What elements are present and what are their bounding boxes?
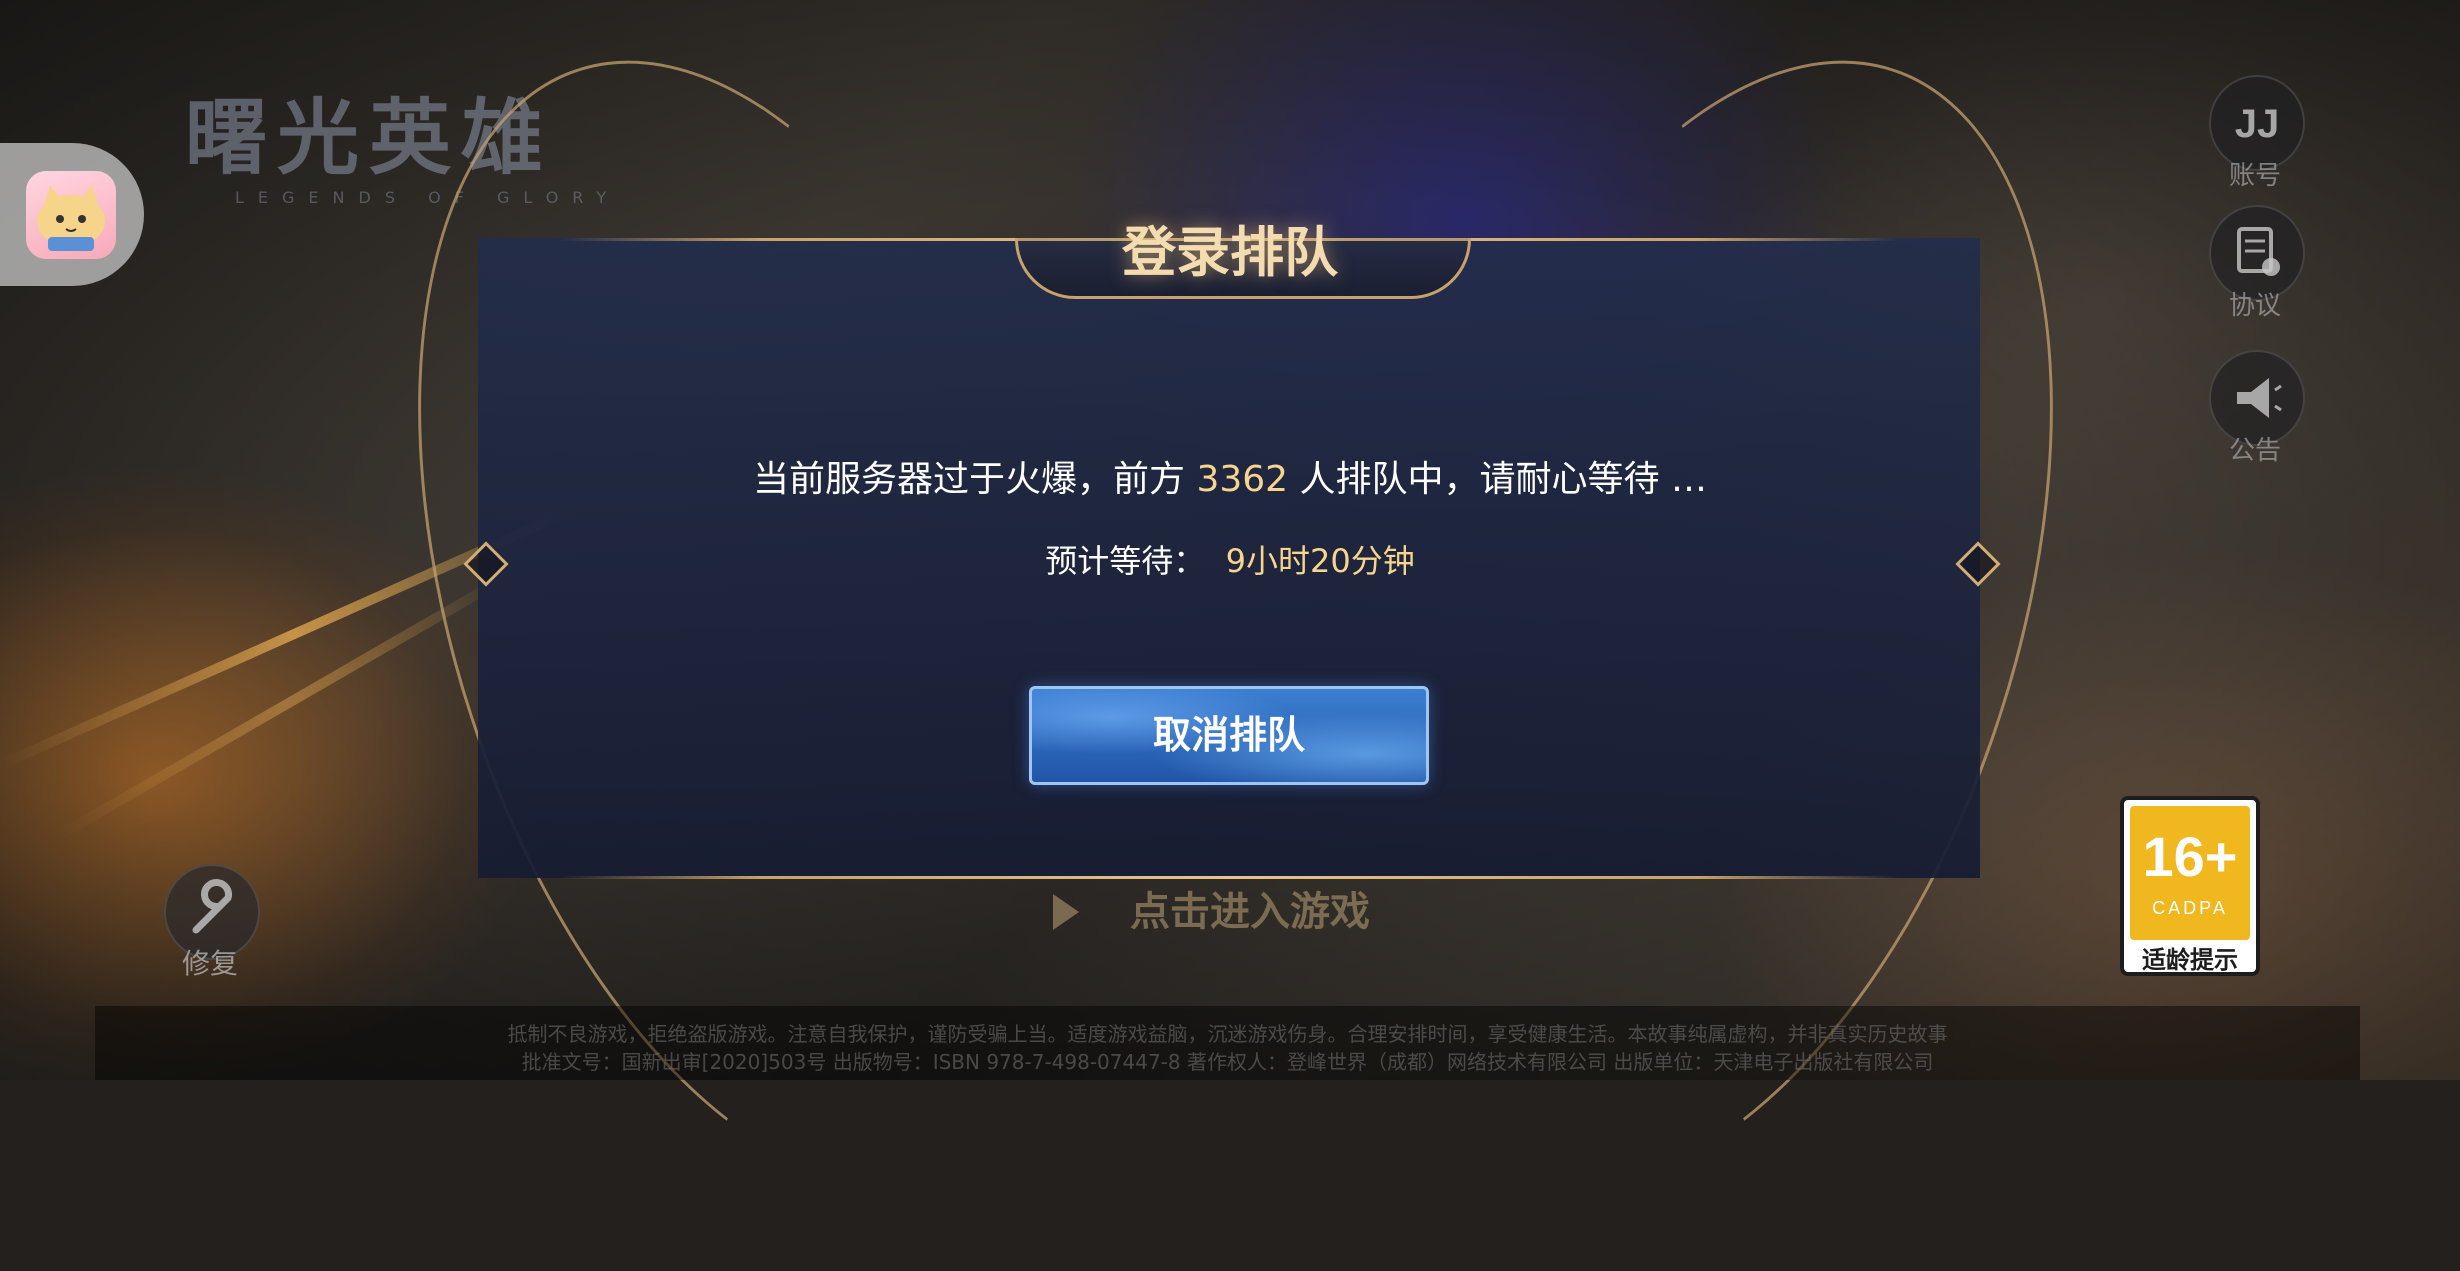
eta-line: 预计等待： 9小时20分钟 [560, 536, 1900, 582]
age-rating-badge[interactable]: 16+ CADPA 适龄提示 [2120, 796, 2260, 976]
legal-footer: 抵制不良游戏，拒绝盗版游戏。注意自我保护，谨防受骗上当。适度游戏益脑，沉迷游戏伤… [95, 1006, 2360, 1080]
eta-label: 预计等待： [1045, 542, 1206, 580]
age-org: CADPA [2152, 898, 2228, 918]
eta-value: 9小时20分钟 [1225, 542, 1415, 580]
age-number: 16+ [2142, 825, 2238, 888]
account-label: 账号 [2228, 161, 2281, 191]
age-label: 适龄提示 [2142, 946, 2238, 974]
announcement-label: 公告 [2228, 436, 2281, 466]
svg-text:JJ: JJ [2235, 102, 2280, 146]
cat-mascot-icon[interactable] [26, 171, 116, 259]
cancel-queue-button[interactable]: 取消排队 [1029, 686, 1429, 785]
dialog-title: 登录排队 [1122, 221, 1338, 284]
message-prefix: 当前服务器过于火爆，前方 [753, 459, 1197, 500]
queue-message: 当前服务器过于火爆，前方 3362 人排队中，请耐心等待 … [560, 450, 1900, 502]
message-suffix: 人排队中，请耐心等待 … [1288, 459, 1707, 500]
agreement-label: 协议 [2228, 291, 2281, 321]
floating-assistant[interactable] [0, 143, 144, 286]
footer-line-1: 抵制不良游戏，拒绝盗版游戏。注意自我保护，谨防受骗上当。适度游戏益脑，沉迷游戏伤… [507, 1022, 1948, 1046]
age-rating-plate: 16+ CADPA [2130, 806, 2250, 940]
footer-line-2: 批准文号：国新出审[2020]503号 出版物号：ISBN 978-7-498-… [521, 1050, 1934, 1074]
enter-game-button[interactable]: 点击进入游戏 [1040, 884, 1460, 940]
repair-label: 修复 [181, 947, 238, 980]
queue-count: 3362 [1196, 459, 1289, 500]
dialog-bottom-border [560, 876, 1900, 879]
